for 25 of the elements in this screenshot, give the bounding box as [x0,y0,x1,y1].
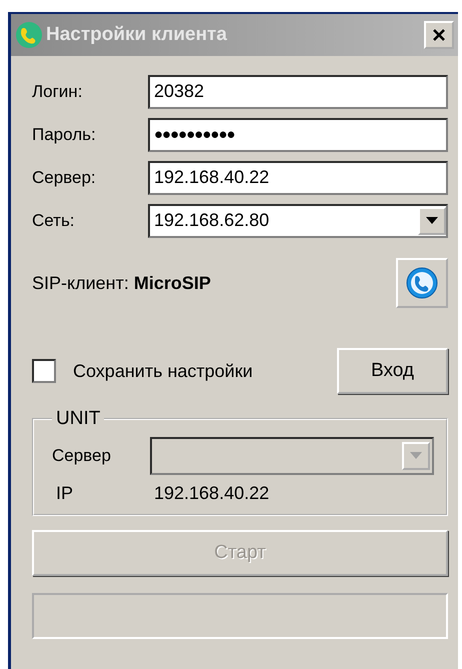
field-label: Сервер [52,446,112,466]
password-field[interactable]: ●●●●●●●●●● [148,118,448,152]
group-title: UNIT [55,408,102,430]
caret-icon [426,217,438,224]
sip-client-text: SIP-клиент: MicroSIP [32,272,211,294]
checkbox-label: Сохранить настройки [73,360,253,382]
dropdown-field[interactable]: 192.168.62.80 [148,204,448,238]
phone-icon [406,267,438,299]
input-field[interactable]: 192.168.40.22 [148,160,448,194]
login-button[interactable]: Вход [337,348,448,394]
close-icon [432,28,446,42]
field-label: Пароль: [32,124,97,144]
field-label: Сеть: [32,210,76,230]
input-field[interactable]: 20382 [148,74,448,108]
ip-value: 192.168.40.22 [154,483,270,504]
field-label: Сервер: [32,168,97,188]
ip-label: IP [55,483,74,504]
field-label: Логин: [32,82,84,102]
phone-button[interactable] [396,258,448,308]
phone-icon [15,21,43,49]
window-title: Настройки клиента [46,24,228,46]
close-button[interactable] [424,21,454,49]
caret-icon [410,452,422,459]
checkbox[interactable] [32,359,56,383]
dropdown-arrow-button[interactable] [418,206,446,234]
